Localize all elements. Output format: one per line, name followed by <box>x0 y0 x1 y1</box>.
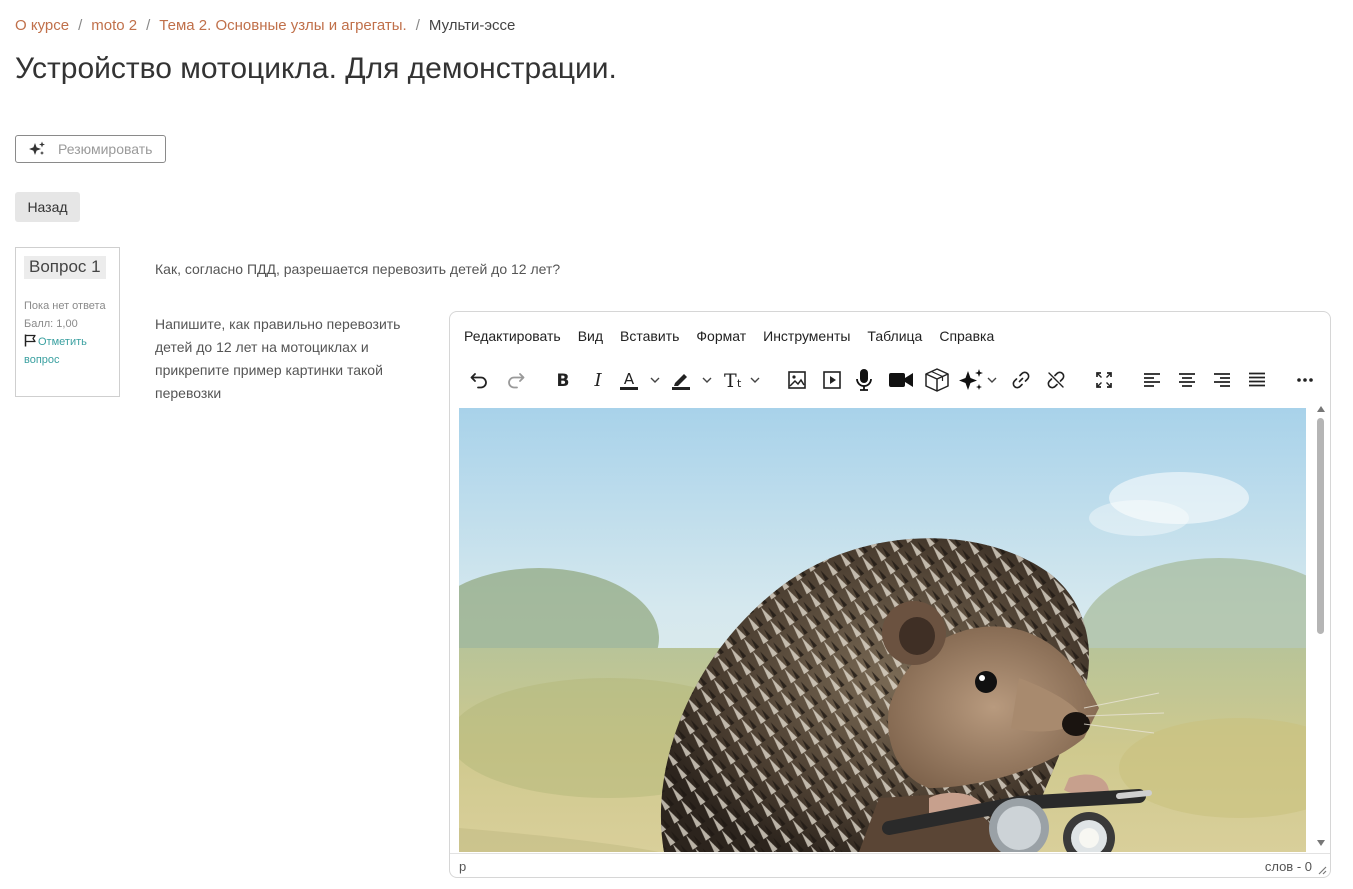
bold-button[interactable]: B <box>550 365 576 395</box>
redo-button[interactable] <box>503 365 529 395</box>
word-count[interactable]: слов - 0 <box>1265 859 1312 874</box>
image-icon <box>788 371 806 389</box>
link-icon <box>1012 371 1030 389</box>
ai-icon <box>959 369 997 390</box>
page-title: Устройство мотоцикла. Для демонстрации. <box>15 52 617 85</box>
menu-edit[interactable]: Редактировать <box>464 328 561 344</box>
question-prompt: Напишите, как правильно перевозить детей… <box>155 316 401 401</box>
highlight-color-button[interactable] <box>670 365 714 395</box>
editor-toolbar: B I A Tt <box>450 360 1330 404</box>
h5p-icon <box>925 368 949 392</box>
italic-icon: I <box>593 370 602 390</box>
fullscreen-icon <box>1096 372 1112 388</box>
question-score: Балл: 1,00 <box>24 318 78 330</box>
breadcrumb-separator: / <box>78 17 83 34</box>
menu-help[interactable]: Справка <box>939 328 994 344</box>
h5p-button[interactable] <box>923 365 951 395</box>
align-left-button[interactable] <box>1139 365 1165 395</box>
resize-handle-icon[interactable] <box>1317 865 1327 875</box>
hedgehog-on-motorcycle-image[interactable] <box>459 408 1306 852</box>
undo-icon <box>470 373 487 389</box>
editor-scrollbar[interactable] <box>1314 404 1328 854</box>
breadcrumb-separator: / <box>415 17 420 34</box>
flag-icon <box>24 334 36 347</box>
unlink-icon <box>1047 371 1065 389</box>
menu-insert[interactable]: Вставить <box>620 328 679 344</box>
font-size-button[interactable]: Tt <box>722 365 762 395</box>
align-right-icon <box>1214 373 1230 387</box>
insert-link-button[interactable] <box>1008 365 1034 395</box>
justify-button[interactable] <box>1244 365 1270 395</box>
record-video-icon <box>889 373 913 387</box>
align-center-icon <box>1179 373 1195 387</box>
align-right-button[interactable] <box>1209 365 1235 395</box>
svg-text:B: B <box>557 371 570 390</box>
scrollbar-thumb[interactable] <box>1317 418 1324 634</box>
question-info-panel: Вопрос 1 Пока нет ответа Балл: 1,00 Отме… <box>15 247 120 397</box>
media-icon <box>823 371 841 389</box>
italic-button[interactable]: I <box>585 365 611 395</box>
breadcrumb-separator: / <box>146 17 151 34</box>
svg-text:t: t <box>737 377 742 390</box>
scroll-down-arrow-icon[interactable] <box>1317 840 1325 846</box>
summarize-button[interactable]: Резюмировать <box>15 135 166 163</box>
breadcrumb-link-topic[interactable]: Тема 2. Основные узлы и агрегаты. <box>159 17 406 34</box>
menu-tools[interactable]: Инструменты <box>763 328 850 344</box>
answer-status: Пока нет ответа <box>24 300 106 312</box>
redo-icon <box>508 373 525 389</box>
breadcrumb-link-moto[interactable]: moto 2 <box>91 17 137 34</box>
undo-button[interactable] <box>466 365 492 395</box>
svg-text:A: A <box>624 370 635 388</box>
insert-image-button[interactable] <box>784 365 810 395</box>
highlight-color-icon <box>672 374 712 390</box>
more-icon <box>1297 378 1313 382</box>
rich-text-editor: Редактировать Вид Вставить Формат Инстру… <box>449 311 1331 878</box>
justify-icon <box>1249 372 1265 387</box>
font-size-icon: Tt <box>724 370 760 391</box>
record-audio-button[interactable] <box>851 365 877 395</box>
breadcrumb: О курсе / moto 2 / Тема 2. Основные узлы… <box>15 17 515 34</box>
question-text: Как, согласно ПДД, разрешается перевозит… <box>155 261 561 277</box>
svg-text:T: T <box>724 370 737 391</box>
svg-text:I: I <box>593 370 602 390</box>
menu-table[interactable]: Таблица <box>867 328 922 344</box>
record-video-button[interactable] <box>887 365 915 395</box>
menu-view[interactable]: Вид <box>578 328 603 344</box>
breadcrumb-current: Мульти-эссе <box>428 17 516 34</box>
sparkles-icon <box>29 141 45 155</box>
fullscreen-button[interactable] <box>1091 365 1117 395</box>
element-path[interactable]: p <box>459 859 466 874</box>
editor-content-area[interactable] <box>459 408 1306 852</box>
more-tools-button[interactable] <box>1292 365 1318 395</box>
bold-icon: B <box>557 371 570 390</box>
record-audio-icon <box>856 369 872 391</box>
scroll-up-arrow-icon[interactable] <box>1317 406 1325 412</box>
flag-question-link[interactable]: Отметить вопрос <box>24 334 87 366</box>
text-color-icon: A <box>620 370 660 390</box>
question-number: Вопрос 1 <box>24 256 106 279</box>
breadcrumb-link-course[interactable]: О курсе <box>15 17 69 34</box>
editor-menubar: Редактировать Вид Вставить Формат Инстру… <box>450 312 1330 360</box>
summarize-button-label: Резюмировать <box>58 141 153 157</box>
align-left-icon <box>1144 373 1160 387</box>
ai-tools-button[interactable] <box>958 365 1000 395</box>
insert-media-button[interactable] <box>819 365 845 395</box>
back-button[interactable]: Назад <box>15 192 80 222</box>
menu-format[interactable]: Формат <box>696 328 746 344</box>
unlink-button[interactable] <box>1043 365 1069 395</box>
editor-statusbar: p слов - 0 <box>450 853 1330 877</box>
align-center-button[interactable] <box>1174 365 1200 395</box>
text-color-button[interactable]: A <box>618 365 662 395</box>
